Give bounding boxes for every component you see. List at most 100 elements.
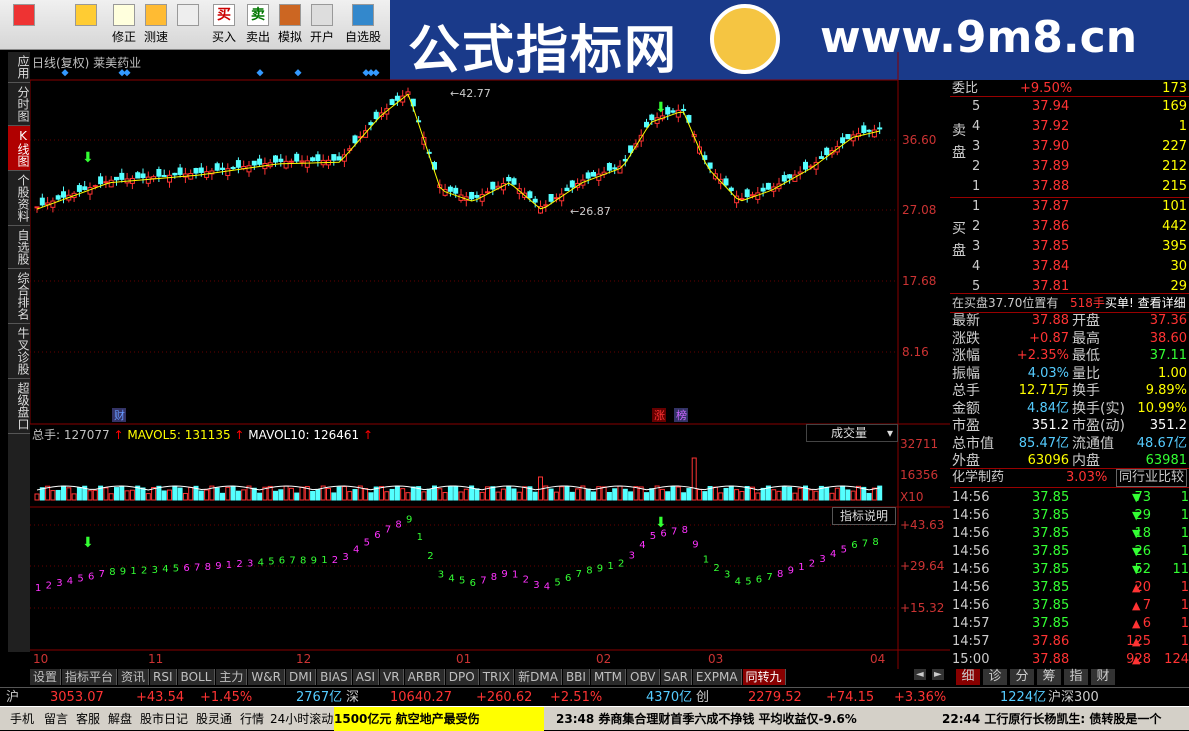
indicator-tab[interactable]: BBI: [562, 669, 590, 685]
side-tab-5[interactable]: 综合排名: [8, 269, 30, 324]
hammer-button[interactable]: 模拟: [274, 4, 306, 48]
star-folder-button[interactable]: 自选股: [340, 4, 386, 48]
indicator-tab[interactable]: SAR: [660, 669, 692, 685]
quote-value: 351.2: [1031, 418, 1069, 433]
back-arrow-button[interactable]: [70, 4, 102, 48]
volume-bar: [723, 487, 729, 501]
quote-key: 涨幅: [952, 348, 980, 364]
index-sz-chg: +260.62: [476, 690, 533, 705]
industry-compare-button[interactable]: 同行业比较: [1116, 469, 1188, 487]
td-count-label: 9: [788, 566, 794, 577]
grid-button[interactable]: [8, 4, 40, 48]
side-tab-1[interactable]: 分时图: [8, 83, 30, 126]
side-tab-3[interactable]: 个股资料: [8, 171, 30, 226]
right-tab[interactable]: 筹: [1037, 669, 1061, 685]
right-tab[interactable]: 指: [1064, 669, 1088, 685]
status-item[interactable]: 股市日记: [140, 707, 188, 731]
tick-time: 14:56: [952, 544, 990, 559]
indicator-tab[interactable]: RSI: [150, 669, 177, 685]
news-ticker-3[interactable]: 22:44 工行原行长杨凯生: 债转股是一个: [942, 707, 1182, 731]
candle-body: [644, 121, 649, 128]
kline-chart[interactable]: 日线(复权) 莱美药业 36.60 27.08 17.68 8.16 32711 1635…: [30, 52, 950, 669]
volume-bar: [787, 486, 793, 501]
side-tab-2[interactable]: K线图: [8, 126, 30, 171]
candle-body: [871, 129, 877, 138]
status-item[interactable]: 24小时滚动: [270, 707, 333, 731]
indicator-tab[interactable]: 资讯: [118, 669, 150, 685]
status-item[interactable]: 行情: [240, 707, 264, 731]
side-tab-7[interactable]: 超级盘口: [8, 379, 30, 434]
news-ticker-1[interactable]: 1500亿元 航空地产最受伤: [334, 707, 544, 731]
indicator-tab[interactable]: DPO: [445, 669, 479, 685]
tick-price: 37.85: [1032, 562, 1070, 577]
status-item[interactable]: 手机: [10, 707, 34, 731]
quote-row: 总市值 85.47亿 流通值 48.67亿: [950, 435, 1189, 453]
notice-link[interactable]: 买单! 查看详细: [1105, 294, 1186, 312]
scroll-right-icon[interactable]: ►: [932, 669, 944, 680]
indicator-tab[interactable]: 新DMA: [515, 669, 562, 685]
right-tab[interactable]: 分: [1010, 669, 1034, 685]
sell-button[interactable]: 卖卖出: [242, 4, 274, 48]
indicator-tab[interactable]: ARBR: [404, 669, 445, 685]
indicator-help-button[interactable]: 指标说明: [832, 507, 896, 525]
indicator-dropdown[interactable]: 成交量 ▾: [806, 424, 898, 442]
right-tab[interactable]: 细: [956, 669, 980, 685]
volume-bar: [447, 486, 453, 501]
news-ticker-2[interactable]: 23:48 券商集合理财首季六成不挣钱 平均收益仅-9.6%: [556, 707, 857, 731]
right-tab[interactable]: 诊: [983, 669, 1007, 685]
td-count-label: 7: [194, 563, 200, 574]
speed-button[interactable]: 测速: [140, 4, 172, 48]
volume-bar: [606, 491, 612, 501]
indicator-tab[interactable]: BIAS: [317, 669, 352, 685]
indicator-tab[interactable]: BOLL: [177, 669, 216, 685]
price: 37.87: [1032, 199, 1070, 214]
side-tab-4[interactable]: 自选股: [8, 226, 30, 269]
indicator-tab[interactable]: 设置: [30, 669, 62, 685]
indicator-tab[interactable]: TRIX: [479, 669, 515, 685]
candle-body: [628, 145, 634, 153]
price: 37.94: [1032, 99, 1070, 114]
status-item[interactable]: 留言: [44, 707, 68, 731]
indicator-tab[interactable]: W&R: [248, 669, 285, 685]
volume: 227: [1162, 139, 1187, 154]
volume-bar: [755, 492, 761, 501]
volume-bar: [612, 488, 618, 501]
event-label: 榜: [676, 408, 687, 422]
tab-scroll-arrows[interactable]: ◄ ►: [914, 669, 950, 685]
indicator-tab[interactable]: ASI: [352, 669, 380, 685]
indicator-tab[interactable]: OBV: [627, 669, 660, 685]
right-tab[interactable]: 财: [1091, 669, 1115, 685]
indicator-tab[interactable]: VR: [380, 669, 404, 685]
buy-button[interactable]: 买买入: [208, 4, 240, 48]
status-item[interactable]: 解盘: [108, 707, 132, 731]
up-down-arrow-button[interactable]: 修正: [108, 4, 140, 48]
volume-bar: [140, 487, 146, 501]
volume-bar: [326, 487, 331, 501]
indicator-tab[interactable]: EXPMA: [692, 669, 742, 685]
volume: 442: [1162, 219, 1187, 234]
clock-button[interactable]: [172, 4, 204, 48]
side-tab-0[interactable]: 应用: [8, 52, 30, 83]
grid-icon: [13, 4, 35, 26]
indicator-tab[interactable]: DMI: [285, 669, 317, 685]
quote-value: 12.71万: [1018, 383, 1069, 398]
volume-bar: [771, 489, 777, 501]
indicator-tab[interactable]: 同转九: [742, 669, 786, 685]
indicator-tab[interactable]: 主力: [216, 669, 248, 685]
indicator-tab[interactable]: MTM: [590, 669, 626, 685]
down-arrow-icon: ▼: [1132, 509, 1141, 522]
quote-key: 市盈(动): [1072, 418, 1125, 434]
volume-bar: [776, 490, 782, 501]
status-item[interactable]: 股灵通: [196, 707, 232, 731]
indicator-tab[interactable]: 指标平台: [62, 669, 118, 685]
td-count-label: 7: [99, 569, 105, 580]
scroll-left-icon[interactable]: ◄: [914, 669, 926, 680]
side-tab-6[interactable]: 牛叉诊股: [8, 324, 30, 379]
candle-body: [368, 122, 374, 126]
big-order-notice[interactable]: 在买盘37.70位置有 518手 买单! 查看详细: [950, 294, 1189, 312]
volume-bar: [559, 486, 565, 501]
lock-button[interactable]: 开户: [306, 4, 338, 48]
candle-body: [352, 135, 358, 144]
candle-body: [803, 161, 808, 170]
status-item[interactable]: 客服: [76, 707, 100, 731]
